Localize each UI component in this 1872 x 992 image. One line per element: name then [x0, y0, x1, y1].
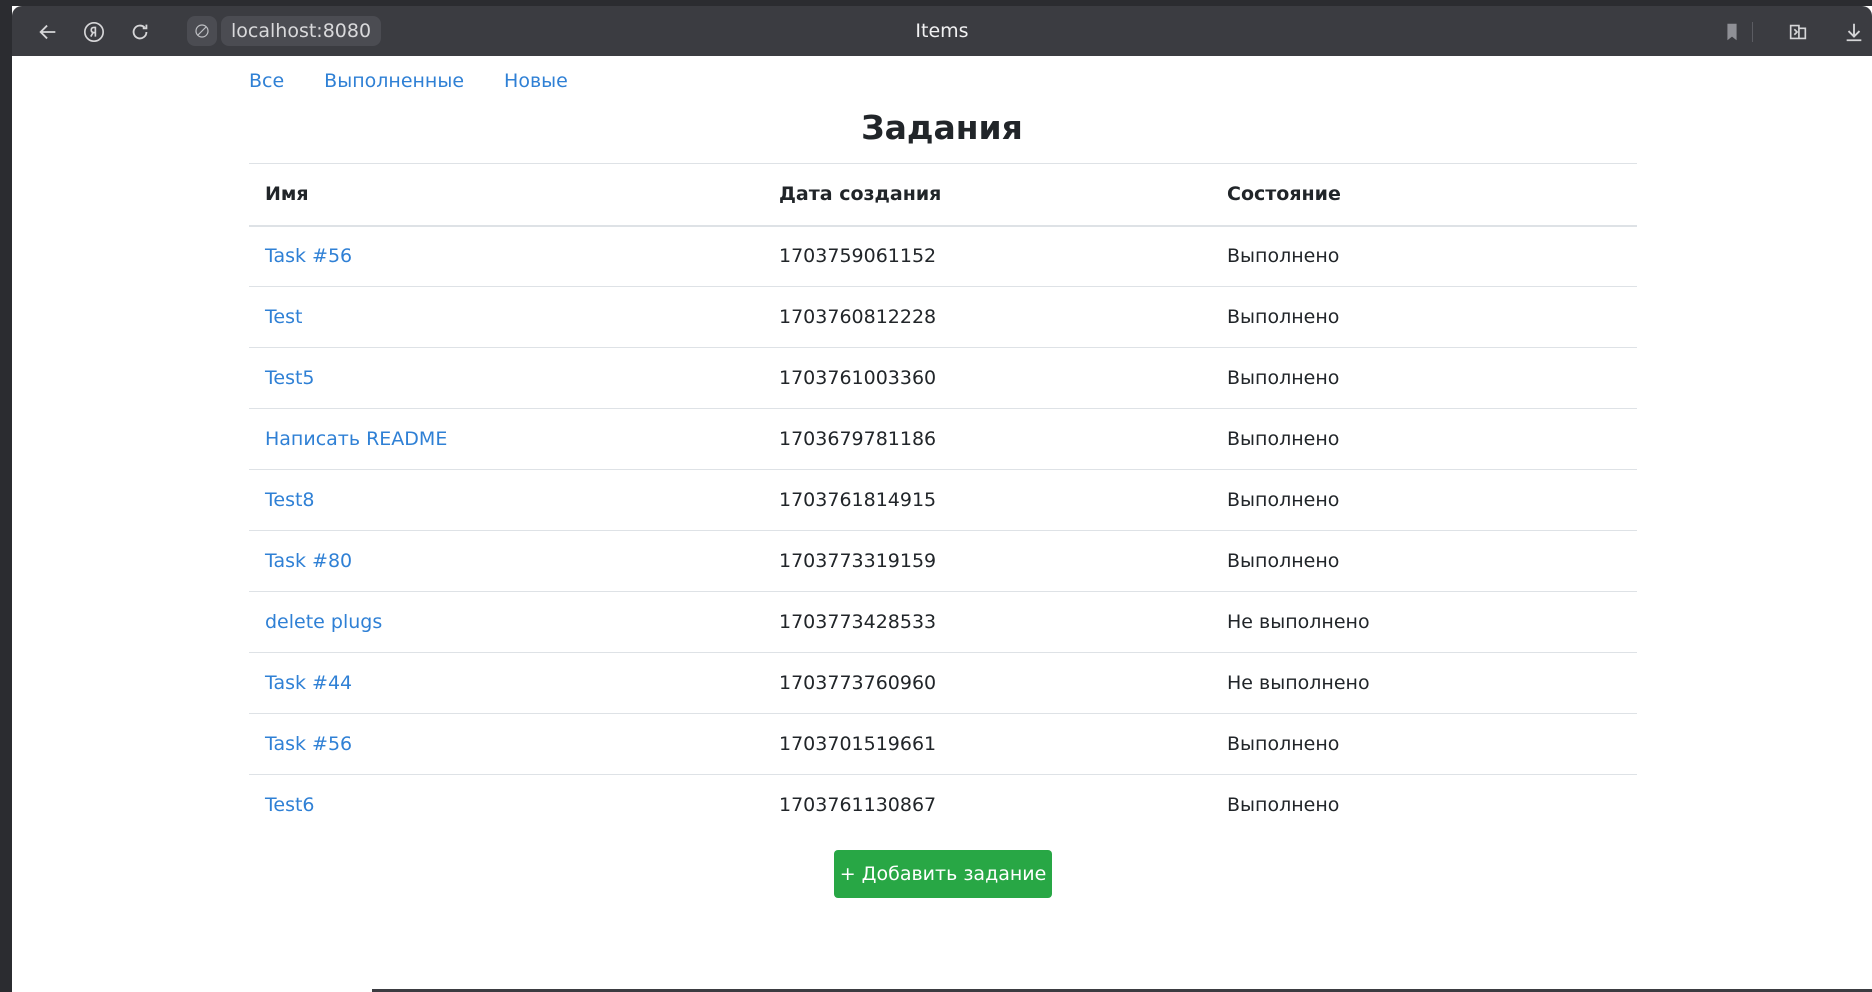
table-row: Test 1703760812228 Выполнено — [249, 286, 1637, 348]
table-row: Task #80 1703773319159 Выполнено — [249, 530, 1637, 592]
task-date: 1703761130867 — [763, 774, 1211, 836]
back-arrow-icon[interactable] — [32, 16, 64, 48]
column-header-date: Дата создания — [763, 163, 1211, 227]
task-status: Выполнено — [1211, 774, 1637, 836]
task-date: 1703759061152 — [779, 245, 937, 268]
column-header-status: Состояние — [1211, 163, 1637, 227]
table-row: delete plugs 1703773428533 Не выполнено — [249, 591, 1637, 653]
task-status: Не выполнено — [1211, 652, 1637, 714]
page-content: Все Выполненные Новые Задания Имя Дата с… — [12, 56, 1872, 992]
nav-link-completed[interactable]: Выполненные — [324, 70, 464, 92]
task-link[interactable]: Task #56 — [265, 733, 352, 755]
toolbar-divider — [1752, 22, 1753, 42]
task-status: Выполнено — [1211, 530, 1637, 592]
table-row: Test8 1703761814915 Выполнено — [249, 469, 1637, 531]
task-link[interactable]: Test8 — [265, 489, 315, 511]
reload-icon[interactable] — [124, 16, 156, 48]
task-date: 1703773428533 — [763, 591, 1211, 653]
yandex-logo-icon[interactable] — [78, 16, 110, 48]
download-icon[interactable] — [1838, 16, 1870, 48]
column-header-name: Имя — [249, 163, 763, 227]
task-status: Выполнено — [1211, 347, 1637, 409]
task-status: Выполнено — [1211, 713, 1637, 775]
add-task-button[interactable]: + Добавить задание — [834, 850, 1052, 898]
table-row: Task #44 1703773760960 Не выполнено — [249, 652, 1637, 714]
task-link[interactable]: Task #56 — [265, 245, 352, 267]
task-status: Выполнено — [1227, 245, 1340, 268]
task-link[interactable]: Test6 — [265, 794, 315, 816]
filter-nav: Все Выполненные Новые — [249, 70, 568, 92]
task-status: Выполнено — [1211, 408, 1637, 470]
nav-link-all[interactable]: Все — [249, 70, 284, 92]
url-text[interactable]: localhost:8080 — [221, 16, 382, 46]
table-row: Test6 1703761130867 Выполнено — [249, 774, 1637, 836]
tasks-table: Имя Дата создания Состояние Task #56 170… — [249, 163, 1637, 836]
task-link[interactable]: Test — [265, 306, 302, 328]
nav-link-new[interactable]: Новые — [504, 70, 568, 92]
task-link[interactable]: delete plugs — [265, 611, 382, 633]
task-date: 1703761814915 — [763, 469, 1211, 531]
table-row: Task #56 1703759061152 Выполнено — [249, 226, 1637, 287]
table-row: Task #56 1703701519661 Выполнено — [249, 713, 1637, 775]
task-link[interactable]: Написать README — [265, 428, 447, 450]
table-header-row: Имя Дата создания Состояние — [249, 163, 1637, 227]
task-date: 1703761003360 — [763, 347, 1211, 409]
browser-window: localhost:8080 Items Все Выполненные Нов… — [12, 6, 1872, 992]
address-bar[interactable]: localhost:8080 — [187, 16, 382, 46]
page-title: Задания — [861, 108, 1023, 147]
table-row: Test5 1703761003360 Выполнено — [249, 347, 1637, 409]
task-status: Выполнено — [1211, 286, 1637, 348]
task-link[interactable]: Test5 — [265, 367, 315, 389]
task-link[interactable]: Task #80 — [265, 550, 352, 572]
task-date: 1703773760960 — [763, 652, 1211, 714]
task-date: 1703679781186 — [763, 408, 1211, 470]
browser-toolbar: localhost:8080 Items — [12, 6, 1872, 56]
task-date: 1703773319159 — [763, 530, 1211, 592]
table-row: Написать README 1703679781186 Выполнено — [249, 408, 1637, 470]
task-status: Не выполнено — [1211, 591, 1637, 653]
task-date: 1703760812228 — [763, 286, 1211, 348]
task-date: 1703701519661 — [763, 713, 1211, 775]
site-info-icon[interactable] — [187, 16, 217, 46]
task-link[interactable]: Task #44 — [265, 672, 352, 694]
task-status: Выполнено — [1211, 469, 1637, 531]
bookmark-icon[interactable] — [1716, 16, 1748, 48]
reader-mode-icon[interactable] — [1782, 16, 1814, 48]
